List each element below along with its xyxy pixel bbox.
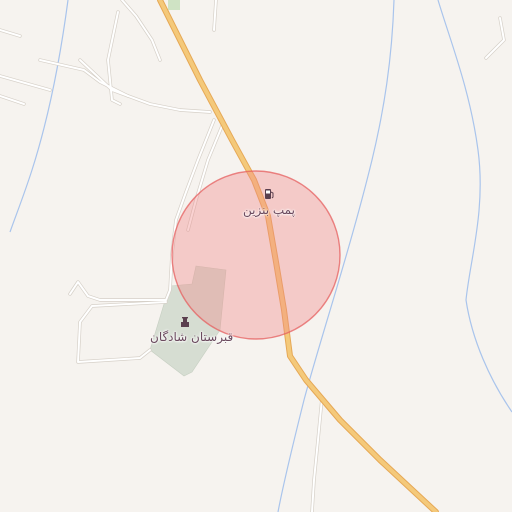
- cemetery-icon[interactable]: [179, 316, 191, 328]
- green-patch: [168, 0, 180, 10]
- map-canvas[interactable]: پمپ بنزین قبرستان شادگان: [0, 0, 512, 512]
- minor-road-12: [485, 17, 505, 59]
- stream-east: [437, 0, 512, 413]
- map-layer: [0, 0, 512, 512]
- minor-road-7: [0, 29, 21, 37]
- minor-road-6: [0, 95, 25, 105]
- highlight-circle[interactable]: [171, 170, 341, 340]
- minor-road-4: [79, 59, 211, 113]
- minor-road-11: [311, 397, 323, 512]
- poi-label-cemetery[interactable]: قبرستان شادگان: [150, 330, 233, 344]
- fuel-pump-icon[interactable]: [263, 188, 275, 200]
- poi-label-fuel-station[interactable]: پمپ بنزین: [243, 203, 295, 217]
- minor-road-5: [0, 75, 51, 91]
